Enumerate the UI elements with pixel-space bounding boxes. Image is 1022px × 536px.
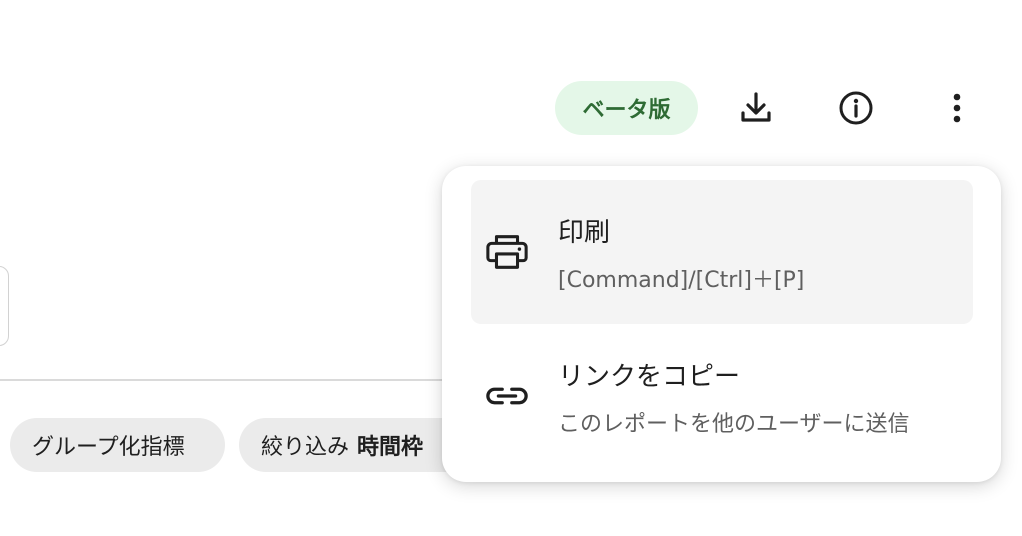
report-page: ベータ版 グループ化指標 絞り込み 時間枠 印刷 [Command]/[Ctrl… <box>0 0 1022 536</box>
menu-item-print[interactable]: 印刷 [Command]/[Ctrl]＋[P] <box>471 180 973 324</box>
filter-chip-label: 絞り込み <box>261 435 350 460</box>
menu-item-print-shortcut: [Command]/[Ctrl]＋[P] <box>558 268 805 293</box>
menu-item-copy-link-description: このレポートを他のユーザーに送信 <box>558 412 910 437</box>
printer-icon <box>485 230 529 274</box>
filter-chip-value: 時間枠 <box>357 435 424 460</box>
background-card <box>0 266 9 346</box>
grouping-chip[interactable]: グループ化指標 <box>10 418 225 472</box>
download-icon <box>741 92 771 122</box>
menu-item-copy-link[interactable]: リンクをコピー このレポートを他のユーザーに送信 <box>471 324 973 468</box>
more-options-button[interactable] <box>929 80 985 136</box>
menu-item-print-title: 印刷 <box>558 218 611 248</box>
options-menu: 印刷 [Command]/[Ctrl]＋[P] リンクをコピー このレポートを他… <box>442 166 1001 482</box>
grouping-chip-label: グループ化指標 <box>32 435 185 460</box>
section-divider <box>0 379 470 381</box>
download-button[interactable] <box>728 80 784 136</box>
link-icon <box>485 374 529 418</box>
info-icon <box>839 91 873 125</box>
info-button[interactable] <box>828 80 884 136</box>
beta-badge: ベータ版 <box>555 81 698 135</box>
menu-item-copy-link-title: リンクをコピー <box>558 362 741 392</box>
more-vertical-icon <box>953 93 961 123</box>
